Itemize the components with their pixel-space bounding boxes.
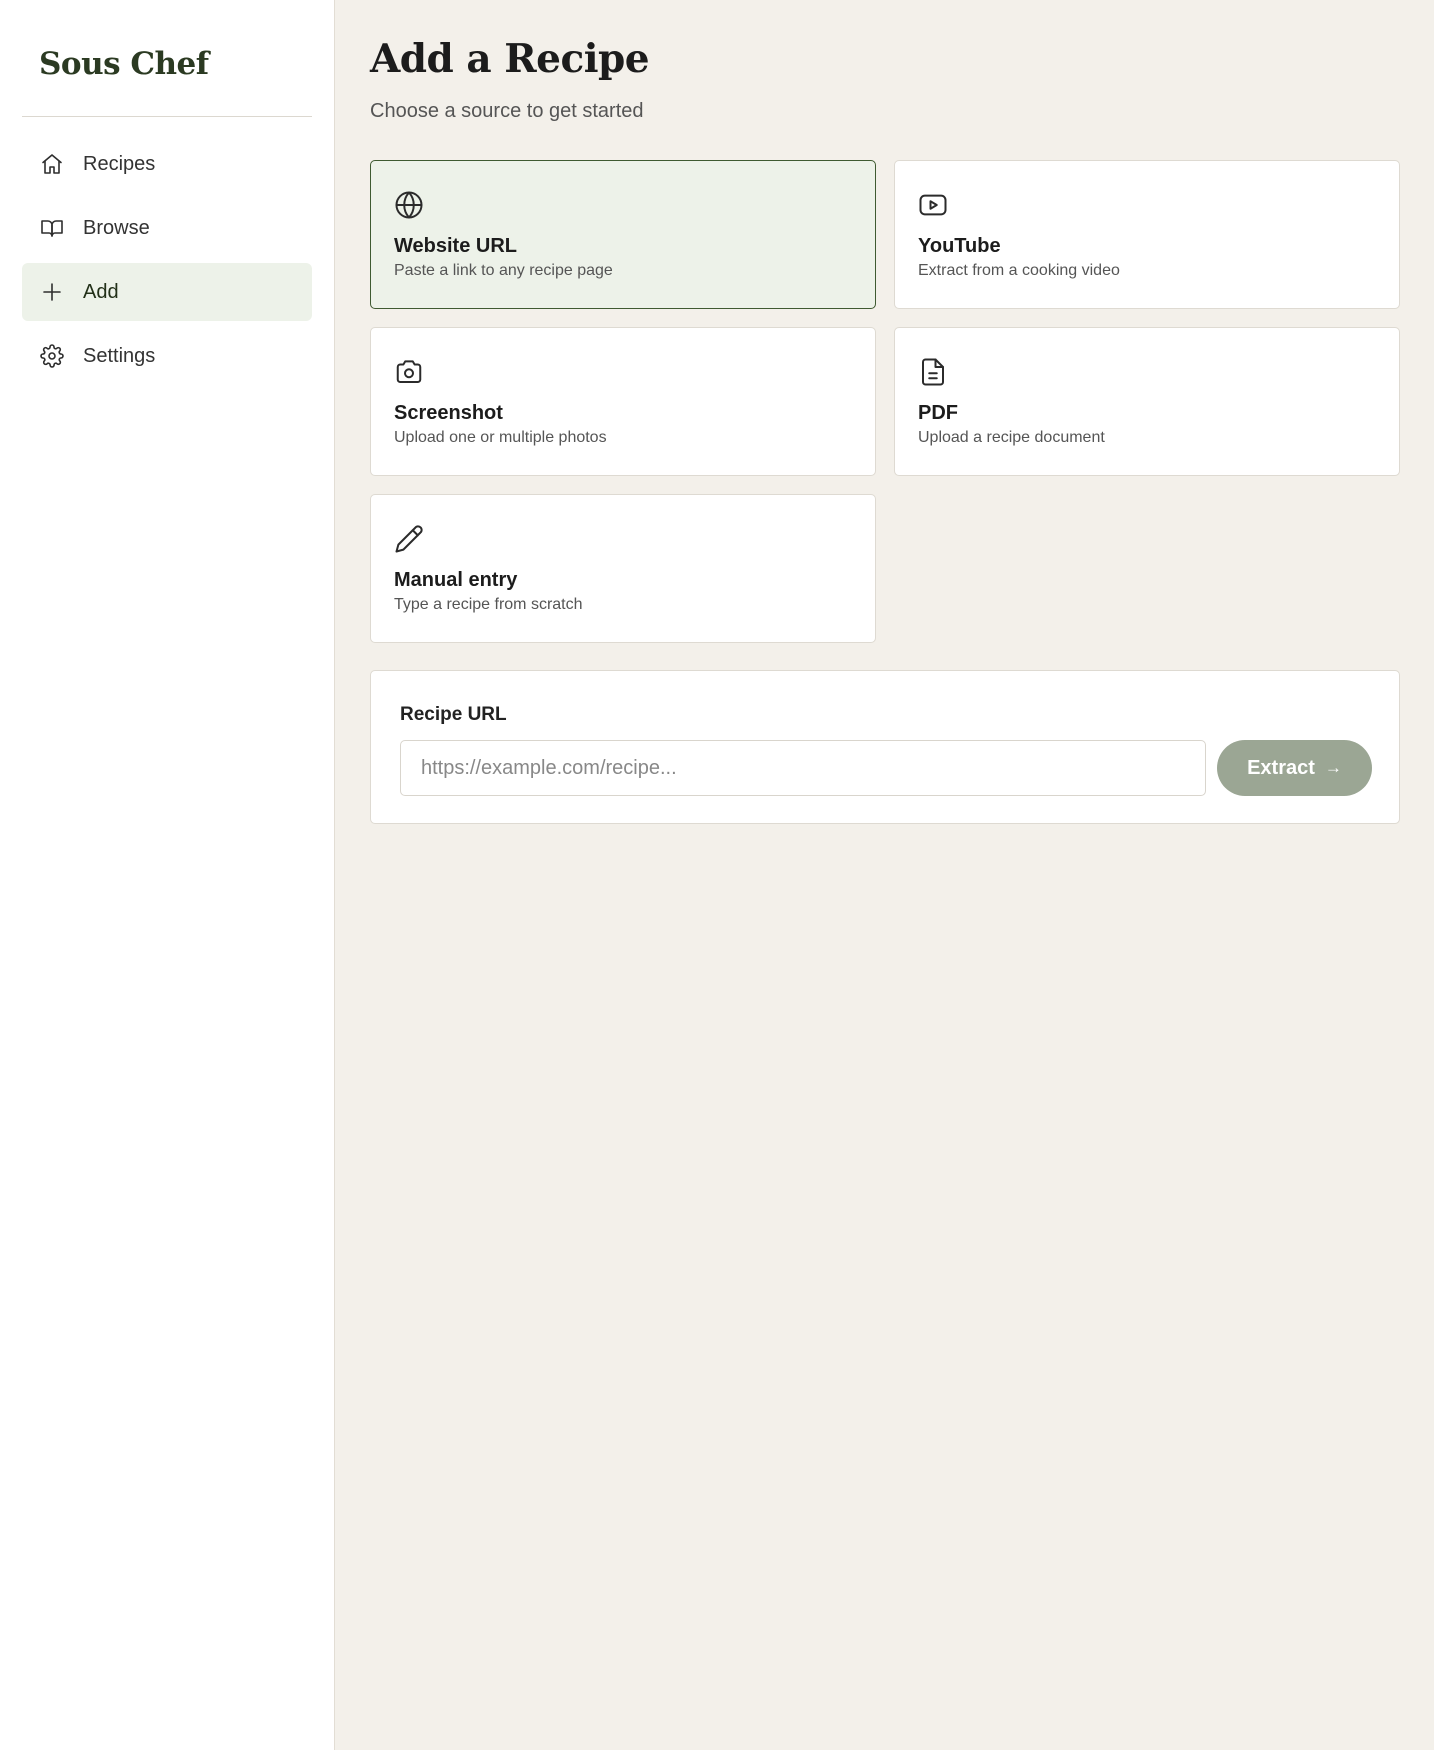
- source-card-title: Manual entry: [394, 569, 518, 591]
- source-card-description: Upload a recipe document: [918, 429, 1105, 446]
- sidebar-item-add[interactable]: Add: [22, 263, 312, 321]
- sidebar-item-settings[interactable]: Settings: [22, 327, 312, 385]
- page-title: Add a Recipe: [370, 36, 650, 82]
- camera-icon: [394, 357, 424, 387]
- source-card-description: Paste a link to any recipe page: [394, 262, 613, 279]
- book-icon: [40, 216, 64, 240]
- sidebar-item-label: Add: [83, 280, 119, 303]
- home-icon: [40, 152, 64, 176]
- sidebar-item-label: Browse: [83, 216, 150, 239]
- source-card-screenshot[interactable]: Screenshot Upload one or multiple photos: [370, 327, 876, 476]
- sidebar-item-browse[interactable]: Browse: [22, 199, 312, 257]
- sidebar-item-recipes[interactable]: Recipes: [22, 135, 312, 193]
- source-card-description: Extract from a cooking video: [918, 262, 1120, 279]
- recipe-url-input[interactable]: [400, 740, 1206, 796]
- extract-button[interactable]: Extract →: [1217, 740, 1372, 796]
- arrow-right-icon: →: [1324, 758, 1342, 777]
- sidebar-nav: Recipes Browse Add Settings: [22, 135, 312, 391]
- source-card-youtube[interactable]: YouTube Extract from a cooking video: [894, 160, 1400, 309]
- youtube-icon: [918, 190, 948, 220]
- source-card-description: Type a recipe from scratch: [394, 596, 583, 613]
- recipe-url-panel: Recipe URL Extract →: [370, 670, 1400, 824]
- source-card-title: Website URL: [394, 235, 517, 257]
- source-card-title: YouTube: [918, 235, 1001, 257]
- source-card-description: Upload one or multiple photos: [394, 429, 607, 446]
- plus-icon: [40, 280, 64, 304]
- source-card-manual-entry[interactable]: Manual entry Type a recipe from scratch: [370, 494, 876, 643]
- sidebar: Sous Chef Recipes Browse Add Settings: [0, 0, 335, 1750]
- page-subtitle: Choose a source to get started: [370, 100, 644, 122]
- source-card-website-url[interactable]: Website URL Paste a link to any recipe p…: [370, 160, 876, 309]
- sidebar-item-label: Recipes: [83, 152, 156, 175]
- pencil-icon: [394, 524, 424, 554]
- source-card-title: Screenshot: [394, 402, 503, 424]
- source-card-title: PDF: [918, 402, 958, 424]
- sidebar-divider: [22, 116, 312, 117]
- gear-icon: [40, 344, 64, 368]
- sidebar-item-label: Settings: [83, 344, 156, 367]
- extract-button-label: Extract: [1247, 756, 1315, 779]
- globe-icon: [394, 190, 424, 220]
- source-card-pdf[interactable]: PDF Upload a recipe document: [894, 327, 1400, 476]
- app-logo: Sous Chef: [39, 46, 209, 82]
- document-icon: [918, 357, 948, 387]
- recipe-url-label: Recipe URL: [400, 704, 507, 725]
